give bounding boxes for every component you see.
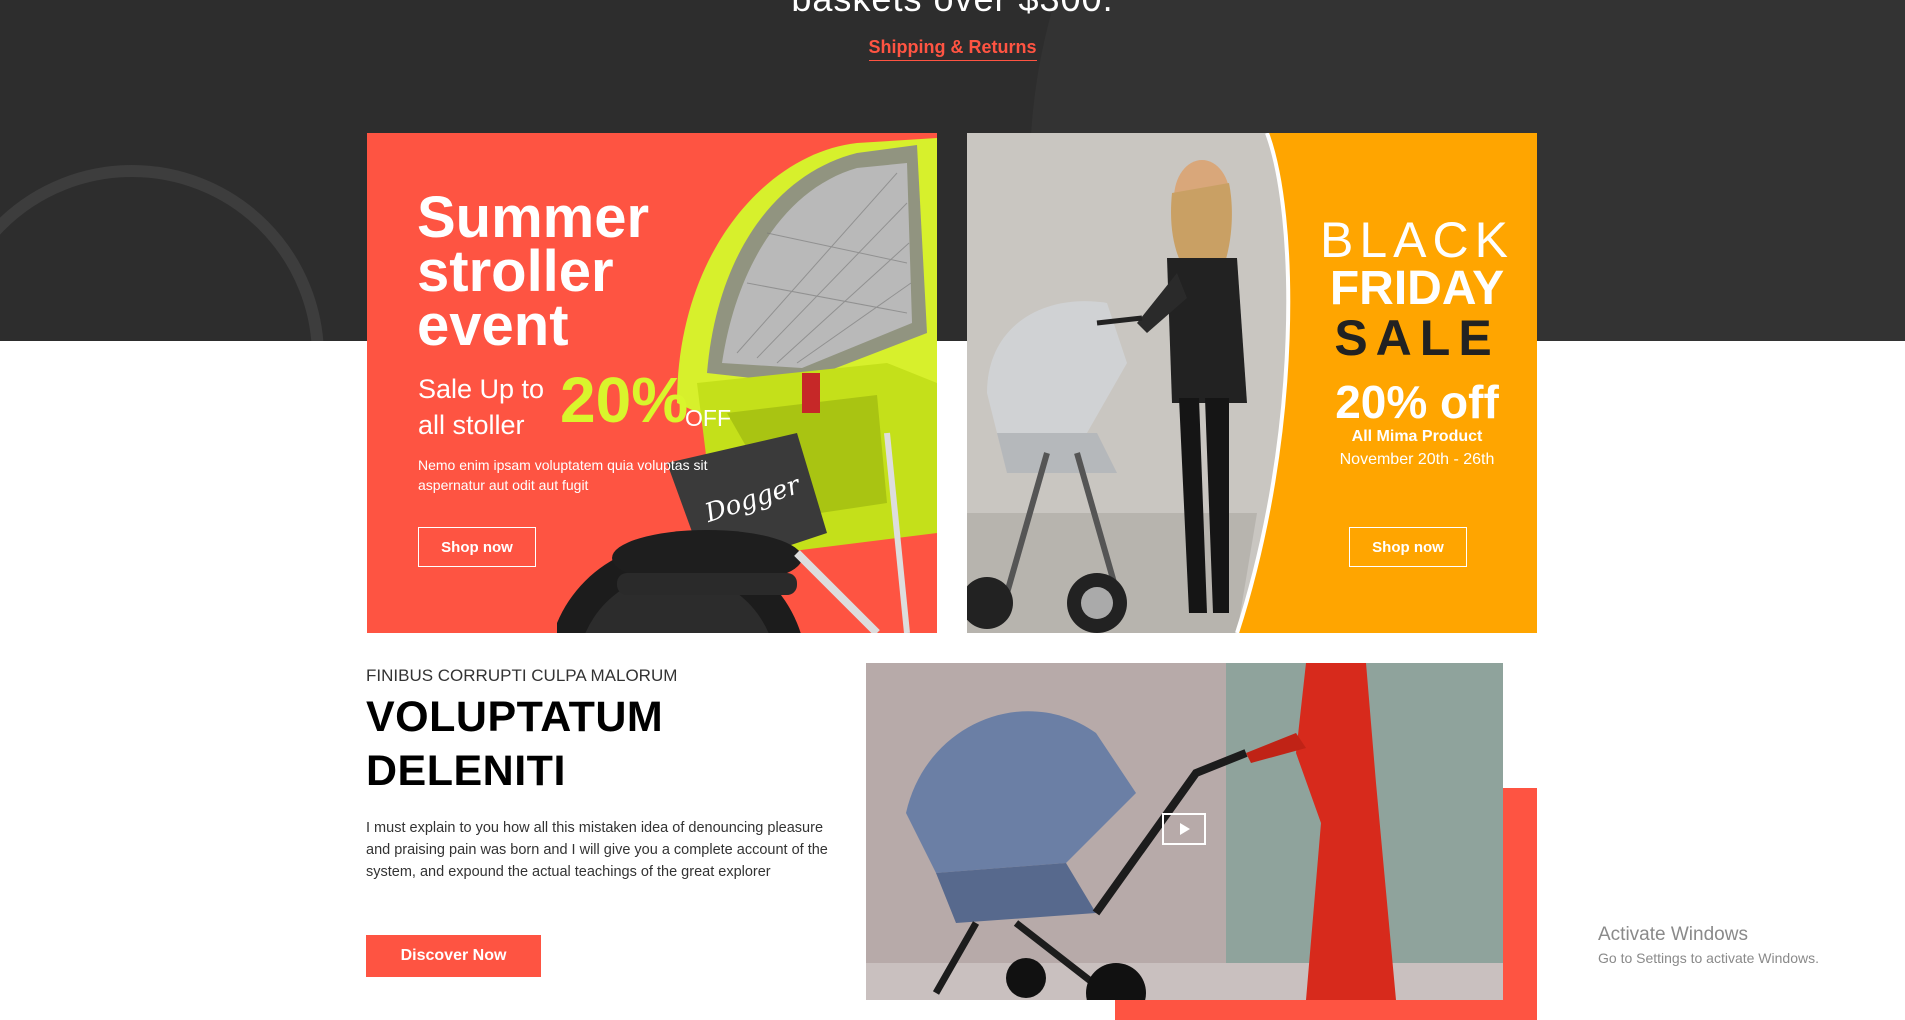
shipping-returns-link[interactable]: Shipping & Returns bbox=[868, 37, 1037, 61]
bf-percent: 20% off bbox=[1335, 376, 1499, 428]
feature-title: VOLUPTATUM DELENITI bbox=[366, 693, 664, 795]
bf-sale: SALE bbox=[1334, 310, 1500, 366]
promo-summer-stroller[interactable]: Dogger Summer stroller event Sale Up to … bbox=[367, 133, 937, 633]
feature-eyebrow: FINIBUS CORRUPTI CULPA MALORUM bbox=[366, 666, 678, 685]
video-panel[interactable] bbox=[866, 663, 1503, 1000]
discover-now-button[interactable]: Discover Now bbox=[366, 935, 541, 977]
play-icon[interactable] bbox=[1162, 813, 1206, 845]
summer-shop-now-button[interactable]: Shop now bbox=[418, 527, 536, 567]
summer-description: Nemo enim ipsam voluptatem quia voluptas… bbox=[418, 457, 708, 493]
bf-friday: FRIDAY bbox=[1329, 262, 1505, 315]
summer-sale-text: Sale Up to all stoller bbox=[418, 374, 545, 440]
summer-percent: 20% bbox=[560, 364, 689, 436]
summer-off-label: OFF bbox=[685, 405, 731, 431]
bf-black: BLACK bbox=[1320, 212, 1514, 268]
bf-product: All Mima Product bbox=[1351, 428, 1483, 445]
top-dark-band: baskets over $300. Shipping & Returns bbox=[0, 0, 1905, 341]
activate-subtitle: Go to Settings to activate Windows. bbox=[1598, 950, 1819, 966]
windows-activation-watermark: Activate Windows Go to Settings to activ… bbox=[1598, 924, 1819, 966]
decorative-ring bbox=[0, 165, 324, 341]
promo-black-friday[interactable]: BLACK FRIDAY SALE 20% off All Mima Produ… bbox=[967, 133, 1537, 633]
headline-partial: baskets over $300. bbox=[0, 0, 1905, 20]
bf-dates: November 20th - 26th bbox=[1339, 451, 1495, 468]
bf-shop-now-button[interactable]: Shop now bbox=[1349, 527, 1467, 567]
activate-title: Activate Windows bbox=[1598, 924, 1748, 945]
feature-body: I must explain to you how all this mista… bbox=[366, 820, 828, 880]
summer-title: Summer stroller event bbox=[417, 185, 650, 358]
